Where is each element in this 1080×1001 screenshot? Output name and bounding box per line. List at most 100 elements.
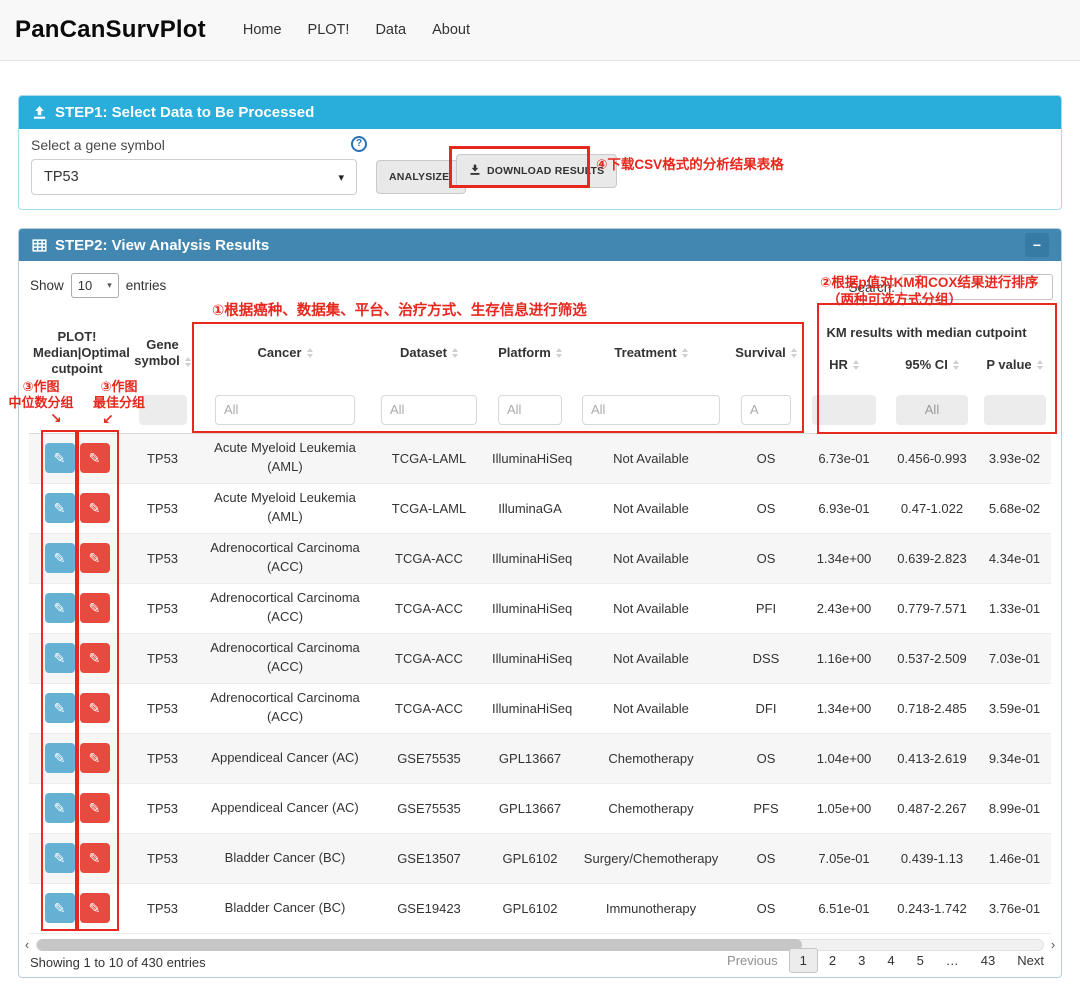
column-header-cancer[interactable]: Cancer	[200, 319, 370, 387]
plot-optimal-button[interactable]: ✎	[79, 743, 110, 773]
nav-item-data[interactable]: Data	[362, 14, 419, 46]
plot-buttons-cell: ✎ ✎	[29, 833, 125, 884]
plot-optimal-button[interactable]: ✎	[79, 643, 110, 673]
download-results-button[interactable]: DOWNLOAD RESULTS	[456, 154, 618, 188]
plot-median-button[interactable]: ✎	[44, 743, 75, 773]
ci-cell: 0.456-0.993	[886, 433, 978, 484]
plot-median-button[interactable]: ✎	[44, 893, 75, 923]
column-header-dataset[interactable]: Dataset	[370, 319, 488, 387]
cancer-cell: Acute Myeloid Leukemia (AML)	[200, 433, 370, 484]
treatment-cell: Not Available	[572, 583, 730, 634]
gene-cell: TP53	[125, 483, 200, 534]
pencil-icon: ✎	[88, 649, 101, 666]
plot-buttons-cell: ✎ ✎	[29, 883, 125, 934]
plot-optimal-button[interactable]: ✎	[79, 843, 110, 873]
plot-median-button[interactable]: ✎	[44, 843, 75, 873]
cancer-cell: Acute Myeloid Leukemia (AML)	[200, 483, 370, 534]
cancer-filter-input[interactable]	[215, 394, 355, 425]
plot-optimal-button[interactable]: ✎	[79, 443, 110, 473]
platform-filter-input[interactable]	[498, 394, 562, 425]
treatment-filter-input[interactable]	[582, 394, 720, 425]
column-header-gene[interactable]: Gene symbol	[125, 319, 200, 387]
caret-down-icon: ▾	[107, 280, 112, 290]
plot-median-button[interactable]: ✎	[44, 593, 75, 623]
cancer-cell: Adrenocortical Carcinoma (ACC)	[200, 533, 370, 584]
column-header-ci[interactable]: 95% CI	[886, 343, 978, 387]
treatment-cell: Chemotherapy	[572, 783, 730, 834]
pencil-icon: ✎	[53, 649, 66, 666]
search-input[interactable]	[901, 274, 1053, 300]
page-length-control: Show 10 ▾ entries	[30, 273, 166, 298]
plot-buttons-cell: ✎ ✎	[29, 783, 125, 834]
column-header-treatment[interactable]: Treatment	[572, 319, 730, 387]
treatment-cell: Not Available	[572, 683, 730, 734]
table-row: ✎ ✎ TP53 Bladder Cancer (BC) GSE19423 GP…	[29, 883, 1051, 934]
hr-cell: 7.05e-01	[802, 833, 886, 884]
pagination-page-5[interactable]: 5	[906, 948, 935, 973]
pvalue-filter-input[interactable]	[983, 394, 1046, 425]
platform-cell: IlluminaHiSeq	[488, 533, 572, 584]
page-length-select[interactable]: 10 ▾	[70, 273, 119, 298]
plot-optimal-button[interactable]: ✎	[79, 543, 110, 573]
plot-optimal-button[interactable]: ✎	[79, 793, 110, 823]
survival-cell: OS	[730, 483, 802, 534]
pencil-icon: ✎	[53, 599, 66, 616]
column-header-hr[interactable]: HR	[802, 343, 886, 387]
plot-buttons-cell: ✎ ✎	[29, 633, 125, 684]
plot-median-button[interactable]: ✎	[44, 543, 75, 573]
collapse-button[interactable]: −	[1025, 233, 1049, 257]
plot-median-button[interactable]: ✎	[44, 793, 75, 823]
pagination-page-43[interactable]: 43	[970, 948, 1006, 973]
pencil-icon: ✎	[88, 899, 101, 916]
column-header-survival[interactable]: Survival	[730, 319, 802, 387]
dataset-cell: TCGA-ACC	[370, 683, 488, 734]
survival-filter-input[interactable]	[741, 394, 791, 425]
app-brand[interactable]: PanCanSurvPlot	[15, 16, 206, 44]
treatment-cell: Chemotherapy	[572, 733, 730, 784]
ci-cell: 0.243-1.742	[886, 883, 978, 934]
pagination-page-1[interactable]: 1	[788, 948, 818, 973]
plot-median-button[interactable]: ✎	[44, 493, 75, 523]
analyze-button[interactable]: ANALYSIZE!	[376, 160, 467, 194]
plot-optimal-button[interactable]: ✎	[79, 593, 110, 623]
sort-arrows-icon	[952, 360, 959, 371]
plot-median-button[interactable]: ✎	[44, 443, 75, 473]
pencil-icon: ✎	[88, 449, 101, 466]
sort-arrows-icon	[451, 348, 458, 359]
nav-item-plot[interactable]: PLOT!	[295, 14, 363, 46]
dataset-filter-input[interactable]	[381, 394, 477, 425]
pencil-icon: ✎	[53, 749, 66, 766]
pagination-page-4[interactable]: 4	[876, 948, 905, 973]
plot-buttons-cell: ✎ ✎	[29, 583, 125, 634]
gene-select[interactable]: TP53 ▾	[31, 159, 357, 195]
pagination-next[interactable]: Next	[1006, 948, 1055, 973]
plot-median-button[interactable]: ✎	[44, 693, 75, 723]
ci-filter-input[interactable]	[896, 394, 968, 425]
column-header-pvalue[interactable]: P value	[978, 343, 1051, 387]
hr-filter-input[interactable]	[812, 394, 876, 425]
pvalue-cell: 3.59e-01	[978, 683, 1051, 734]
plot-optimal-button[interactable]: ✎	[79, 693, 110, 723]
gene-cell: TP53	[125, 433, 200, 484]
chevron-left-icon[interactable]: ‹	[22, 938, 32, 952]
nav-item-home[interactable]: Home	[230, 14, 295, 46]
platform-cell: IlluminaHiSeq	[488, 583, 572, 634]
column-header-platform[interactable]: Platform	[488, 319, 572, 387]
scrollbar-thumb[interactable]	[37, 939, 802, 951]
plot-optimal-button[interactable]: ✎	[79, 893, 110, 923]
pagination-page-2[interactable]: 2	[818, 948, 847, 973]
plot-median-button[interactable]: ✎	[44, 643, 75, 673]
plot-optimal-button[interactable]: ✎	[79, 493, 110, 523]
pagination-page-3[interactable]: 3	[847, 948, 876, 973]
pencil-icon: ✎	[53, 549, 66, 566]
pagination-previous[interactable]: Previous	[716, 948, 789, 973]
entries-label: entries	[125, 278, 167, 293]
step2-body: Show 10 ▾ entries Search: PLOT! Median|O…	[19, 261, 1061, 977]
survival-cell: OS	[730, 433, 802, 484]
help-icon[interactable]: ?	[351, 136, 367, 152]
sort-arrows-icon	[790, 348, 797, 359]
survival-cell: OS	[730, 883, 802, 934]
nav-item-about[interactable]: About	[419, 14, 483, 46]
gene-filter-input[interactable]	[138, 394, 187, 425]
step2-header: STEP2: View Analysis Results −	[19, 229, 1061, 261]
